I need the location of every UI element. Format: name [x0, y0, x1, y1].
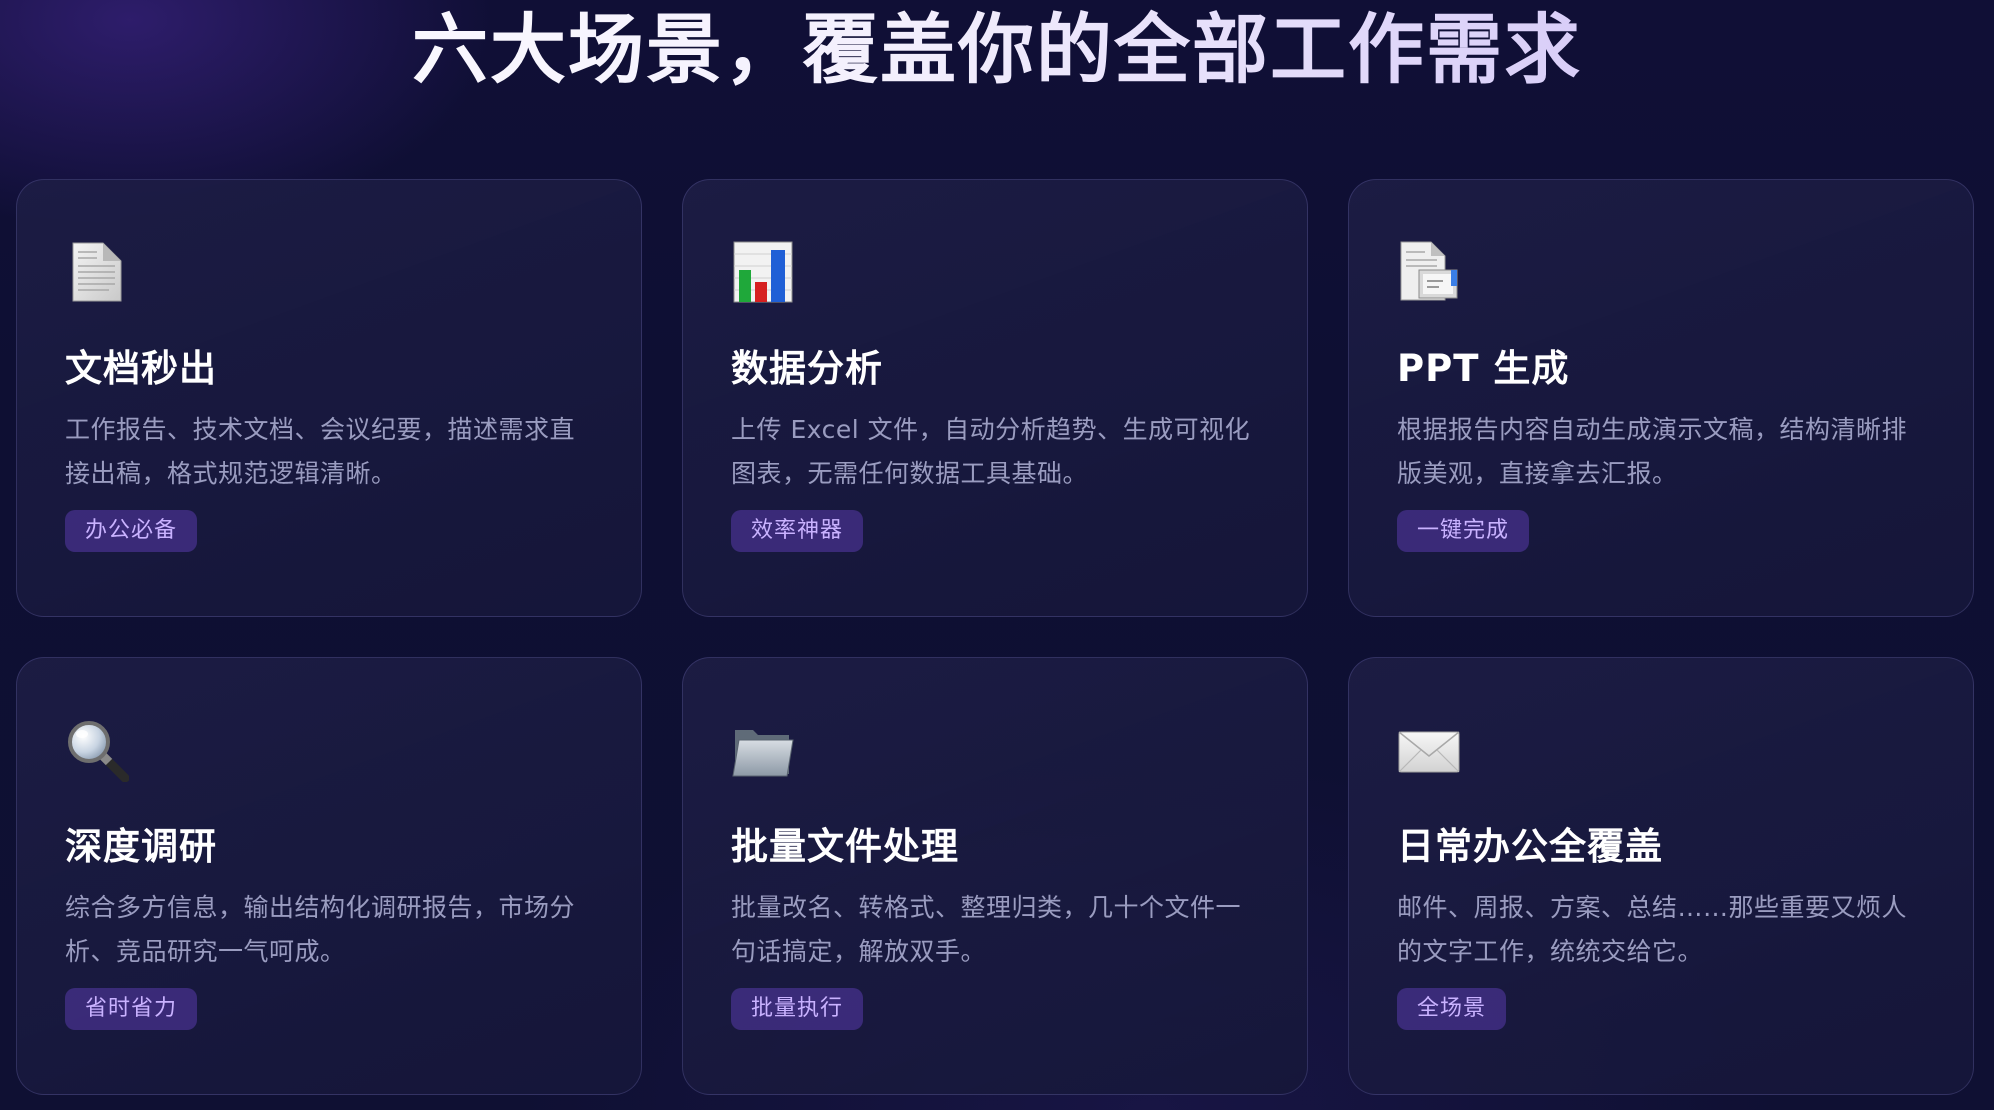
card-description-line: 版美观，直接拿去汇报。 — [1397, 459, 1678, 488]
magnifier-icon — [68, 721, 129, 782]
card-badge: 一键完成 — [1397, 510, 1530, 552]
scenario-grid: 文档秒出 工作报告、技术文档、会议纪要，描述需求直 接出稿，格式规范逻辑清晰。 … — [16, 179, 1974, 1095]
card-description: 根据报告内容自动生成演示文稿，结构清晰排 版美观，直接拿去汇报。 — [1397, 408, 1925, 496]
card-title: 数据分析 — [731, 347, 883, 390]
page-title: 六大场景，覆盖你的全部工作需求 — [0, 0, 1994, 100]
card-description-line: 析、竞品研究一气呵成。 — [65, 937, 346, 966]
card-badge: 全场景 — [1397, 988, 1507, 1030]
card-badge: 批量执行 — [731, 988, 864, 1030]
card-badge: 省时省力 — [65, 988, 198, 1030]
card-description: 工作报告、技术文档、会议纪要，描述需求直 接出稿，格式规范逻辑清晰。 — [65, 408, 593, 496]
card-description: 邮件、周报、方案、总结……那些重要又烦人 的文字工作，统统交给它。 — [1397, 886, 1925, 974]
presentation-document-icon — [1400, 241, 1458, 301]
folder-icon — [732, 730, 794, 777]
card-badge: 办公必备 — [65, 510, 198, 552]
card-title: 日常办公全覆盖 — [1397, 825, 1663, 868]
card-description-line: 邮件、周报、方案、总结……那些重要又烦人 — [1397, 893, 1908, 922]
card-description: 上传 Excel 文件，自动分析趋势、生成可视化 图表，无需任何数据工具基础。 — [731, 408, 1259, 496]
envelope-icon — [1398, 731, 1460, 773]
scenario-card-document[interactable]: 文档秒出 工作报告、技术文档、会议纪要，描述需求直 接出稿，格式规范逻辑清晰。 … — [16, 179, 642, 617]
card-description-line: 批量改名、转格式、整理归类，几十个文件一 — [731, 893, 1242, 922]
card-title: 文档秒出 — [65, 347, 217, 390]
scenario-card-daily-office[interactable]: 日常办公全覆盖 邮件、周报、方案、总结……那些重要又烦人 的文字工作，统统交给它… — [1348, 657, 1974, 1095]
card-description-line: 接出稿，格式规范逻辑清晰。 — [65, 459, 397, 488]
card-badge: 效率神器 — [731, 510, 864, 552]
card-description-line: 的文字工作，统统交给它。 — [1397, 937, 1704, 966]
card-description-line: 上传 Excel 文件，自动分析趋势、生成可视化 — [731, 415, 1251, 444]
card-description-line: 综合多方信息，输出结构化调研报告，市场分 — [65, 893, 576, 922]
card-description-line: 句话搞定，解放双手。 — [731, 937, 987, 966]
card-title: PPT 生成 — [1397, 347, 1570, 390]
document-icon — [72, 242, 122, 302]
card-description-line: 图表，无需任何数据工具基础。 — [731, 459, 1089, 488]
card-description: 综合多方信息，输出结构化调研报告，市场分 析、竞品研究一气呵成。 — [65, 886, 593, 974]
card-description-line: 根据报告内容自动生成演示文稿，结构清晰排 — [1397, 415, 1908, 444]
card-description-line: 工作报告、技术文档、会议纪要，描述需求直 — [65, 415, 576, 444]
scenario-card-research[interactable]: 深度调研 综合多方信息，输出结构化调研报告，市场分 析、竞品研究一气呵成。 省时… — [16, 657, 642, 1095]
scenario-card-data-analysis[interactable]: 数据分析 上传 Excel 文件，自动分析趋势、生成可视化 图表，无需任何数据工… — [682, 179, 1308, 617]
bar-chart-icon — [733, 241, 793, 303]
scenario-card-ppt[interactable]: PPT 生成 根据报告内容自动生成演示文稿，结构清晰排 版美观，直接拿去汇报。 … — [1348, 179, 1974, 617]
card-description: 批量改名、转格式、整理归类，几十个文件一 句话搞定，解放双手。 — [731, 886, 1259, 974]
card-title: 深度调研 — [65, 825, 217, 868]
card-title: 批量文件处理 — [731, 825, 959, 868]
scenario-card-batch-files[interactable]: 批量文件处理 批量改名、转格式、整理归类，几十个文件一 句话搞定，解放双手。 批… — [682, 657, 1308, 1095]
